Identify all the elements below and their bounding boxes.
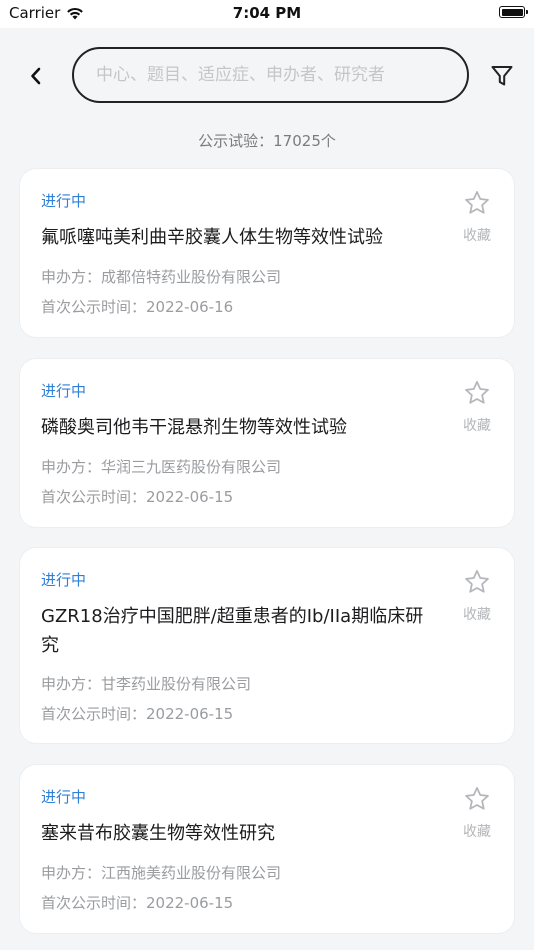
chevron-left-icon: [31, 67, 41, 85]
trial-card[interactable]: 进行中 磷酸奥司他韦干混悬剂生物等效性试验 申办方：华润三九医药股份有限公司 首…: [20, 359, 514, 527]
star-icon: [465, 787, 489, 810]
favorite-button[interactable]: 收藏: [460, 379, 494, 435]
star-icon: [465, 381, 489, 404]
favorite-label: 收藏: [463, 418, 491, 434]
back-button[interactable]: [20, 60, 52, 92]
favorite-button[interactable]: 收藏: [460, 568, 494, 624]
status-badge: 进行中: [41, 571, 87, 589]
favorite-button[interactable]: 收藏: [460, 785, 494, 841]
status-badge: 进行中: [41, 192, 87, 210]
search-header: [0, 28, 534, 124]
filter-button[interactable]: [487, 61, 517, 91]
trial-title: 磷酸奥司他韦干混悬剂生物等效性试验: [41, 417, 347, 438]
sponsor-text: 申办方：江西施美药业股份有限公司: [41, 864, 282, 882]
trial-title: 氟哌噻吨美利曲辛胶囊人体生物等效性试验: [41, 227, 383, 248]
sponsor-text: 申办方：成都倍特药业股份有限公司: [41, 268, 282, 286]
publish-date: 首次公示时间：2022-06-15: [41, 894, 234, 912]
publish-date: 首次公示时间：2022-06-15: [41, 488, 234, 506]
sponsor-text: 申办方：华润三九医药股份有限公司: [41, 458, 282, 476]
trial-count: 公示试验：17025个: [198, 132, 336, 150]
star-icon: [465, 570, 489, 593]
filter-icon: [491, 66, 513, 86]
status-badge: 进行中: [41, 382, 87, 400]
favorite-button[interactable]: 收藏: [460, 189, 494, 245]
sponsor-text: 申办方：甘李药业股份有限公司: [41, 675, 252, 693]
status-bar: Carrier 7:04 PM: [0, 0, 534, 28]
favorite-label: 收藏: [463, 228, 491, 244]
search-box[interactable]: [72, 47, 469, 103]
status-badge: 进行中: [41, 788, 87, 806]
trial-card[interactable]: 进行中 GZR18治疗中国肥胖/超重患者的Ib/IIa期临床研究 申办方：甘李药…: [20, 548, 514, 743]
trial-title: GZR18治疗中国肥胖/超重患者的Ib/IIa期临床研究: [41, 606, 424, 656]
trial-card[interactable]: 进行中 塞来昔布胶囊生物等效性研究 申办方：江西施美药业股份有限公司 首次公示时…: [20, 765, 514, 933]
trial-title: 塞来昔布胶囊生物等效性研究: [41, 823, 275, 844]
publish-date: 首次公示时间：2022-06-15: [41, 705, 234, 723]
battery-icon: [499, 6, 528, 18]
favorite-label: 收藏: [463, 824, 491, 840]
favorite-label: 收藏: [463, 607, 491, 623]
status-time: 7:04 PM: [232, 4, 302, 22]
search-input[interactable]: [94, 64, 447, 86]
trial-card[interactable]: 进行中 氟哌噻吨美利曲辛胶囊人体生物等效性试验 申办方：成都倍特药业股份有限公司…: [20, 169, 514, 337]
star-icon: [465, 191, 489, 214]
publish-date: 首次公示时间：2022-06-16: [41, 298, 234, 316]
